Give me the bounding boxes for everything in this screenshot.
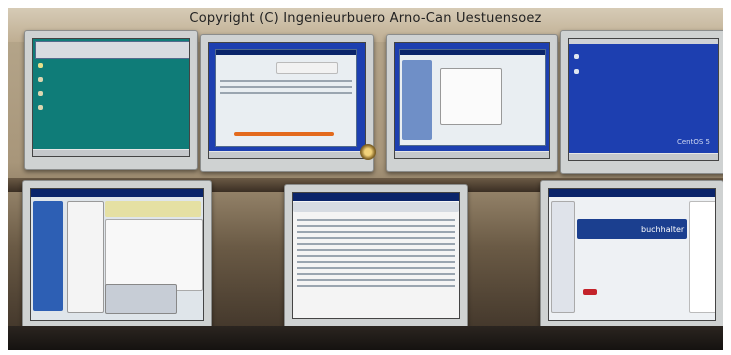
table-row: [297, 285, 455, 287]
outline-list: [67, 201, 104, 313]
monitor-bottom-3: buchhalter: [540, 180, 723, 334]
desktop-icon: [38, 105, 43, 110]
monitor-top-3: [386, 34, 558, 172]
text-line: [220, 92, 352, 94]
taskbar: [395, 151, 549, 158]
screen-centos-desktop: CentOS 5: [568, 38, 719, 161]
os-logo-text: CentOS 5: [676, 138, 710, 146]
monitor-top-1: [24, 30, 198, 170]
taskbar: [33, 149, 189, 156]
copyright-caption: Copyright (C) Ingenieurbuero Arno-Can Ue…: [189, 11, 542, 26]
side-menu: [551, 201, 575, 313]
window-titlebar: [216, 50, 356, 55]
table-row: [297, 267, 455, 269]
window-titlebar: [400, 50, 545, 55]
monitor-top-2: [200, 34, 374, 172]
orange-bar: [234, 132, 334, 136]
screen-spreadsheet: [292, 192, 460, 319]
screen-file-manager: [394, 42, 550, 159]
red-badge: [583, 289, 597, 295]
monitor-bottom-1: [22, 180, 212, 334]
window-titlebar: [549, 189, 715, 197]
desktop-icon: [38, 63, 43, 68]
window-titlebar: [31, 189, 203, 197]
table-row: [297, 219, 455, 221]
desktop-icon: [574, 69, 579, 74]
screen-accounting-site: buchhalter: [548, 188, 716, 321]
desktop-icon: [38, 77, 43, 82]
news-list: [689, 201, 715, 313]
detail-panel: [105, 284, 177, 314]
explorer-window: [399, 49, 546, 146]
taskbar: [569, 153, 718, 160]
table-row: [297, 243, 455, 245]
app-window: [35, 41, 189, 59]
banner-text: buchhalter: [641, 225, 685, 234]
page-header: [276, 62, 338, 74]
monitor-bottom-2: [284, 184, 468, 332]
photo: Copyright (C) Ingenieurbuero Arno-Can Ue…: [8, 8, 723, 350]
data-grid: [105, 219, 203, 291]
table-row: [297, 279, 455, 281]
sidebar: [402, 60, 432, 140]
toolbar: [293, 202, 459, 212]
monitor-top-4: CentOS 5: [560, 30, 723, 174]
table-row: [297, 237, 455, 239]
screen-teal-desktop: [32, 38, 190, 157]
table-row: [297, 255, 455, 257]
table-row: [297, 231, 455, 233]
desk: [8, 326, 723, 350]
screen-database-app: [30, 188, 204, 321]
webcam: [360, 144, 376, 160]
screen-windows-desktop: [208, 42, 366, 159]
table-row: [297, 225, 455, 227]
taskbar: [209, 151, 365, 158]
content-panel: [440, 68, 502, 125]
desktop-icon: [574, 54, 579, 59]
navigation-tree: [33, 201, 63, 311]
browser-window: [215, 49, 357, 147]
highlighted-rows: [105, 201, 201, 217]
table-row: [297, 249, 455, 251]
window-titlebar: [293, 193, 459, 201]
top-panel: [569, 39, 718, 44]
table-row: [297, 273, 455, 275]
text-line: [220, 86, 352, 88]
text-line: [220, 80, 352, 82]
table-row: [297, 261, 455, 263]
desktop-icon: [38, 91, 43, 96]
